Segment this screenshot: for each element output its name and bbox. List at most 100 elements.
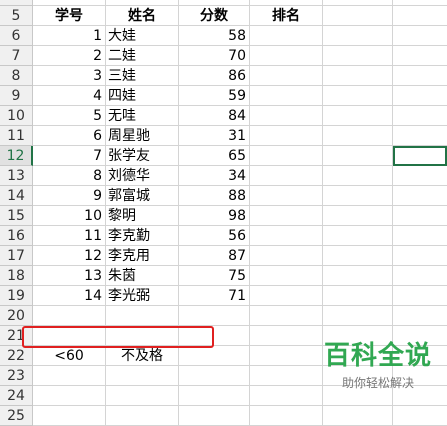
cell[interactable] xyxy=(179,386,250,406)
cell[interactable] xyxy=(323,86,393,106)
row-header[interactable]: 20 xyxy=(0,306,33,326)
row-header[interactable]: 16 xyxy=(0,226,33,246)
row-header[interactable]: 8 xyxy=(0,66,33,86)
cell[interactable] xyxy=(179,306,250,326)
cell[interactable]: 2 xyxy=(33,46,106,66)
cell[interactable]: 75 xyxy=(179,266,250,286)
cell[interactable]: 70 xyxy=(179,46,250,66)
cell[interactable] xyxy=(33,366,106,386)
cell[interactable]: 65 xyxy=(179,146,250,166)
cell[interactable] xyxy=(393,26,447,46)
cell[interactable]: 李克勤 xyxy=(106,226,179,246)
cell[interactable] xyxy=(250,386,323,406)
cell[interactable] xyxy=(323,266,393,286)
cell[interactable]: 刘德华 xyxy=(106,166,179,186)
cell[interactable]: 郭富城 xyxy=(106,186,179,206)
cell[interactable]: 4 xyxy=(33,86,106,106)
cell[interactable] xyxy=(250,246,323,266)
row-header[interactable]: 22 xyxy=(0,346,33,366)
cell[interactable]: 李克用 xyxy=(106,246,179,266)
cell[interactable] xyxy=(323,226,393,246)
cell[interactable] xyxy=(393,46,447,66)
cell[interactable]: 84 xyxy=(179,106,250,126)
cell[interactable] xyxy=(250,186,323,206)
cell[interactable] xyxy=(33,306,106,326)
cell[interactable]: 14 xyxy=(33,286,106,306)
cell[interactable] xyxy=(250,346,323,366)
row-header[interactable]: 18 xyxy=(0,266,33,286)
cell[interactable] xyxy=(323,406,393,426)
row-header[interactable]: 24 xyxy=(0,386,33,406)
cell[interactable]: 9 xyxy=(33,186,106,206)
cell[interactable]: 1 xyxy=(33,26,106,46)
cell[interactable]: 张学友 xyxy=(106,146,179,166)
row-header[interactable]: 12 xyxy=(0,146,33,166)
cell[interactable]: 71 xyxy=(179,286,250,306)
cell[interactable] xyxy=(323,286,393,306)
cell[interactable] xyxy=(250,206,323,226)
cell[interactable] xyxy=(250,366,323,386)
cell[interactable]: 56 xyxy=(179,226,250,246)
cell[interactable]: 6 xyxy=(33,126,106,146)
row-header[interactable]: 25 xyxy=(0,406,33,426)
cell[interactable] xyxy=(106,366,179,386)
cell[interactable]: 34 xyxy=(179,166,250,186)
row-header[interactable]: 23 xyxy=(0,366,33,386)
cell[interactable]: 大娃 xyxy=(106,26,179,46)
cell[interactable]: 二娃 xyxy=(106,46,179,66)
cell[interactable]: 87 xyxy=(179,246,250,266)
cell[interactable] xyxy=(323,26,393,46)
cell[interactable] xyxy=(106,306,179,326)
cell[interactable]: 58 xyxy=(179,26,250,46)
cell[interactable] xyxy=(323,126,393,146)
cell[interactable] xyxy=(250,46,323,66)
cell[interactable]: 12 xyxy=(33,246,106,266)
cell[interactable] xyxy=(323,66,393,86)
cell[interactable] xyxy=(250,306,323,326)
cell[interactable]: 11 xyxy=(33,226,106,246)
cell[interactable]: 10 xyxy=(33,206,106,226)
cell[interactable] xyxy=(323,306,393,326)
cell[interactable] xyxy=(179,366,250,386)
cell[interactable] xyxy=(179,406,250,426)
cell[interactable]: 学号 xyxy=(33,6,106,26)
cell[interactable] xyxy=(250,26,323,46)
cell[interactable] xyxy=(393,86,447,106)
cell[interactable] xyxy=(33,406,106,426)
cell[interactable] xyxy=(250,166,323,186)
row-header[interactable]: 14 xyxy=(0,186,33,206)
cell[interactable]: 分数 xyxy=(179,6,250,26)
cell[interactable] xyxy=(393,166,447,186)
cell[interactable] xyxy=(393,6,447,26)
cell[interactable] xyxy=(393,206,447,226)
cell[interactable] xyxy=(323,46,393,66)
cell[interactable] xyxy=(250,406,323,426)
selected-cell[interactable] xyxy=(393,146,447,166)
cell[interactable]: 88 xyxy=(179,186,250,206)
cell[interactable]: 李光弼 xyxy=(106,286,179,306)
row-header[interactable]: 17 xyxy=(0,246,33,266)
row-header[interactable]: 5 xyxy=(0,6,33,26)
cell[interactable] xyxy=(393,246,447,266)
row-header[interactable]: 10 xyxy=(0,106,33,126)
row-header[interactable]: 13 xyxy=(0,166,33,186)
cell[interactable]: 四娃 xyxy=(106,86,179,106)
cell[interactable] xyxy=(323,166,393,186)
row-header[interactable]: 15 xyxy=(0,206,33,226)
cell[interactable] xyxy=(393,106,447,126)
row-header[interactable]: 19 xyxy=(0,286,33,306)
cell[interactable] xyxy=(323,6,393,26)
cell[interactable]: 姓名 xyxy=(106,6,179,26)
cell[interactable]: 黎明 xyxy=(106,206,179,226)
cell[interactable] xyxy=(250,126,323,146)
cell[interactable]: 59 xyxy=(179,86,250,106)
cell[interactable] xyxy=(250,106,323,126)
cell[interactable] xyxy=(323,106,393,126)
cell[interactable]: 31 xyxy=(179,126,250,146)
cell[interactable] xyxy=(33,386,106,406)
cell[interactable]: 98 xyxy=(179,206,250,226)
cell[interactable]: 无哇 xyxy=(106,106,179,126)
cell[interactable]: <60 xyxy=(33,346,106,366)
cell[interactable] xyxy=(323,206,393,226)
cell[interactable] xyxy=(323,146,393,166)
